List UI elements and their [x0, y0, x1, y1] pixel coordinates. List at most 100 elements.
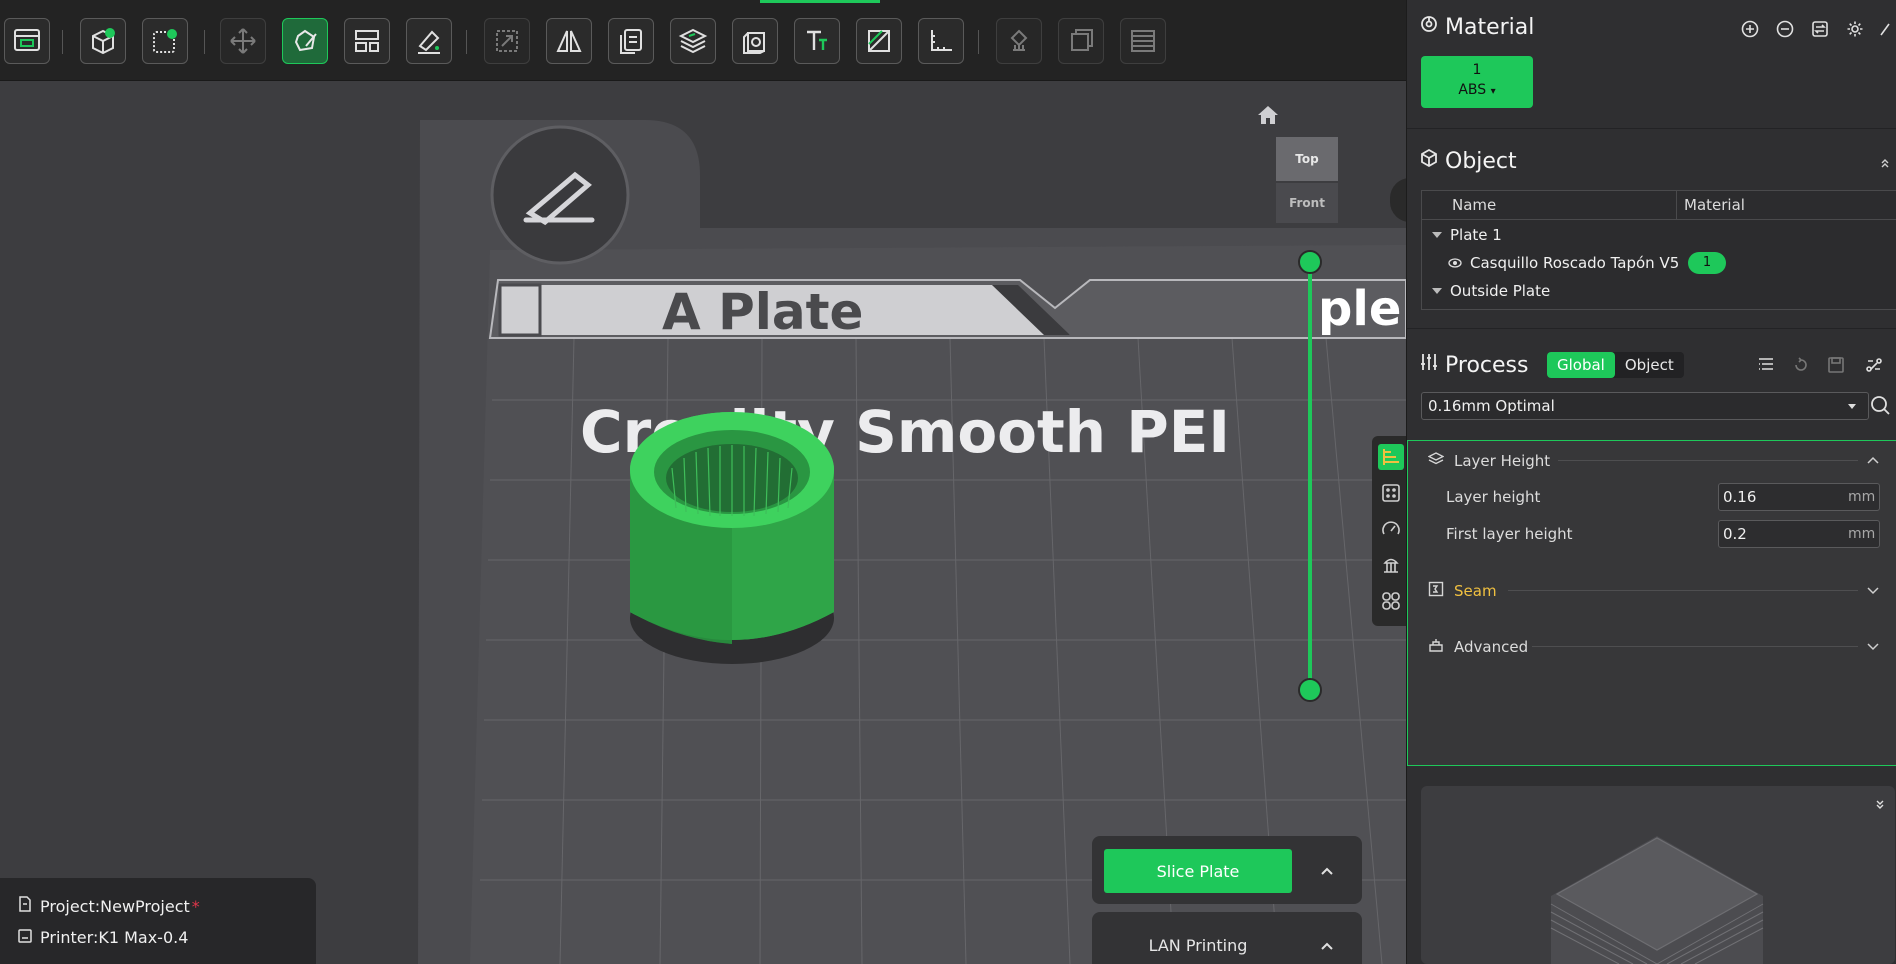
sliders-icon — [1419, 352, 1439, 378]
first-layer-height-unit: mm — [1848, 526, 1876, 542]
group-seam-title: Seam — [1454, 582, 1497, 600]
cut-icon[interactable] — [856, 18, 902, 64]
first-layer-height-label: First layer height — [1446, 525, 1573, 543]
collapse-icon[interactable] — [1877, 152, 1893, 174]
add-plate-icon[interactable] — [142, 18, 188, 64]
group-seam[interactable]: Seam — [1428, 581, 1497, 601]
cube-icon — [1419, 148, 1439, 174]
rotate-icon[interactable] — [282, 18, 328, 64]
divider — [1407, 128, 1896, 129]
others-tab-icon[interactable] — [1378, 588, 1404, 614]
preset-value: 0.16mm Optimal — [1428, 397, 1555, 415]
project-info-box: Project:NewProject * Printer:K1 Max-0.4 — [0, 878, 316, 964]
support-icon[interactable] — [996, 18, 1042, 64]
list-icon[interactable] — [1120, 18, 1166, 64]
main-toolbar — [0, 0, 1406, 81]
chevron-down-icon[interactable] — [1866, 584, 1880, 598]
group-divider — [1532, 646, 1858, 647]
plate-tab-label: A Plate — [662, 283, 864, 341]
group-advanced-title: Advanced — [1454, 638, 1529, 656]
chevron-up-icon[interactable] — [1316, 935, 1338, 957]
add-filament-icon[interactable] — [1739, 18, 1761, 40]
project-line: Project:NewProject * — [18, 896, 200, 916]
search-icon[interactable] — [1869, 394, 1891, 416]
view-cube-top[interactable]: Top — [1276, 137, 1338, 181]
tree-row-plate1[interactable]: Plate 1 — [1432, 223, 1502, 247]
col-material-header[interactable]: Material — [1684, 191, 1745, 219]
infill-tab-icon[interactable] — [1378, 480, 1404, 506]
reset-icon[interactable] — [1790, 354, 1812, 376]
column-separator — [1676, 191, 1677, 219]
process-scope-toggle: Global Object — [1547, 352, 1684, 378]
move-icon[interactable] — [220, 18, 266, 64]
chevron-up-icon[interactable] — [1316, 860, 1338, 882]
edit-filament-icon[interactable] — [1877, 18, 1893, 40]
toolbar-separator — [62, 30, 63, 54]
eye-icon[interactable] — [1448, 254, 1462, 272]
settings-side-tabs — [1372, 436, 1406, 626]
compare-icon[interactable] — [1863, 354, 1885, 376]
group-layer-height-title: Layer Height — [1454, 452, 1551, 470]
measure-icon[interactable] — [918, 18, 964, 64]
3d-viewport[interactable]: A Plate ple Creality Smooth PEI Top Fron… — [0, 0, 1406, 964]
speed-tab-icon[interactable] — [1378, 516, 1404, 542]
material-header: Material — [1419, 14, 1534, 40]
object-title: Object — [1445, 148, 1517, 174]
object-material-badge[interactable]: 1 — [1688, 252, 1726, 274]
object-header: Object — [1419, 148, 1517, 174]
view-cube-front[interactable]: Front — [1276, 183, 1338, 223]
toolbar-accent — [760, 0, 880, 3]
save-icon[interactable] — [1825, 354, 1847, 376]
layer-settings-tab-icon[interactable] — [1378, 444, 1404, 470]
advanced-icon — [1428, 637, 1444, 657]
expand-arrow-icon[interactable] — [1432, 232, 1442, 238]
mirror-icon[interactable] — [546, 18, 592, 64]
hollow-icon[interactable] — [732, 18, 778, 64]
toolbar-separator — [204, 30, 205, 54]
slice-plane-icon[interactable] — [670, 18, 716, 64]
slice-plate-button[interactable]: Slice Plate — [1104, 849, 1292, 893]
object-list: Name Material Plate 1 Casquillo Roscado … — [1421, 190, 1896, 310]
copy-icon[interactable] — [608, 18, 654, 64]
remove-filament-icon[interactable] — [1774, 18, 1796, 40]
header-divider — [1422, 219, 1896, 220]
group-layer-height[interactable]: Layer Height — [1427, 451, 1551, 471]
gear-icon[interactable] — [1844, 18, 1866, 40]
preview-thumbnail[interactable] — [1421, 786, 1895, 964]
printer-icon — [18, 928, 32, 947]
lan-printing-button[interactable]: LAN Printing — [1104, 930, 1292, 960]
right-panel: Material 1 ABS ▾ Object Name Material Pl… — [1406, 0, 1896, 964]
divider — [1407, 328, 1896, 329]
col-name-header[interactable]: Name — [1452, 191, 1496, 219]
material-title: Material — [1445, 14, 1535, 40]
sync-filament-icon[interactable] — [1809, 18, 1831, 40]
tree-row-outside[interactable]: Outside Plate — [1432, 279, 1550, 303]
tree-row-object[interactable]: Casquillo Roscado Tapón V5 (Der 1 — [1448, 251, 1726, 275]
build-plate — [418, 120, 1406, 964]
preview-model — [1550, 836, 1764, 964]
list-view-icon[interactable] — [1755, 354, 1777, 376]
bed-text: Creality Smooth PEI — [580, 398, 1230, 466]
tab-object[interactable]: Object — [1615, 352, 1684, 378]
chevron-up-icon[interactable] — [1866, 453, 1880, 467]
expand-arrow-icon[interactable] — [1432, 288, 1442, 294]
process-preset-select[interactable]: 0.16mm Optimal — [1421, 392, 1869, 420]
add-object-icon[interactable] — [80, 18, 126, 64]
unsaved-mark: * — [191, 896, 200, 916]
scale-icon[interactable] — [484, 18, 530, 64]
home-view-icon[interactable] — [1256, 104, 1280, 126]
arrange-icon[interactable] — [344, 18, 390, 64]
group-divider — [1558, 460, 1858, 461]
chevron-down-icon[interactable] — [1866, 640, 1880, 654]
group-divider — [1508, 590, 1858, 591]
text-icon[interactable] — [794, 18, 840, 64]
process-settings: Layer Height Layer height mm First layer… — [1407, 440, 1896, 766]
plate-label-partial: ple — [1318, 281, 1402, 337]
tab-global[interactable]: Global — [1547, 352, 1615, 378]
group-advanced[interactable]: Advanced — [1428, 637, 1528, 657]
filament-slot-button[interactable]: 1 ABS ▾ — [1421, 56, 1533, 108]
support-tab-icon[interactable] — [1378, 552, 1404, 578]
paint-icon[interactable] — [406, 18, 452, 64]
assembly-icon[interactable] — [1058, 18, 1104, 64]
plate-layout-icon[interactable] — [4, 18, 50, 64]
